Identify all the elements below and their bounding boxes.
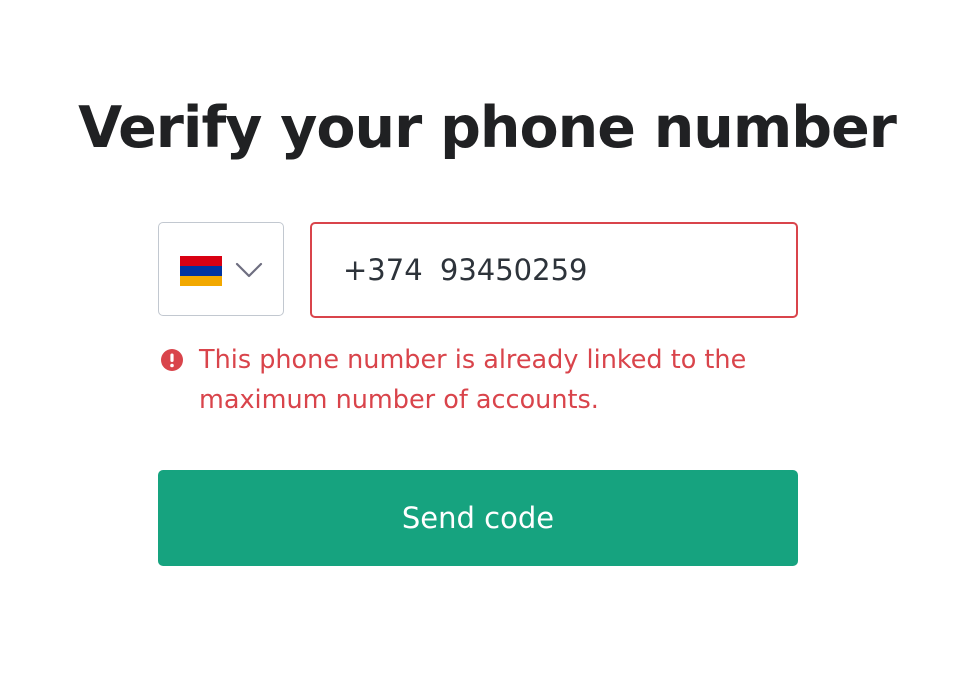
page-title: Verify your phone number [78,95,897,161]
chevron-down-icon [235,261,263,279]
phone-number-field [310,222,798,318]
phone-number-input[interactable] [312,224,796,316]
send-code-button[interactable]: Send code [158,470,798,566]
country-code-select[interactable] [158,222,284,316]
error-text: This phone number is already linked to t… [199,345,747,415]
exclamation-circle-icon [160,348,184,372]
armenia-flag-icon [180,256,222,286]
